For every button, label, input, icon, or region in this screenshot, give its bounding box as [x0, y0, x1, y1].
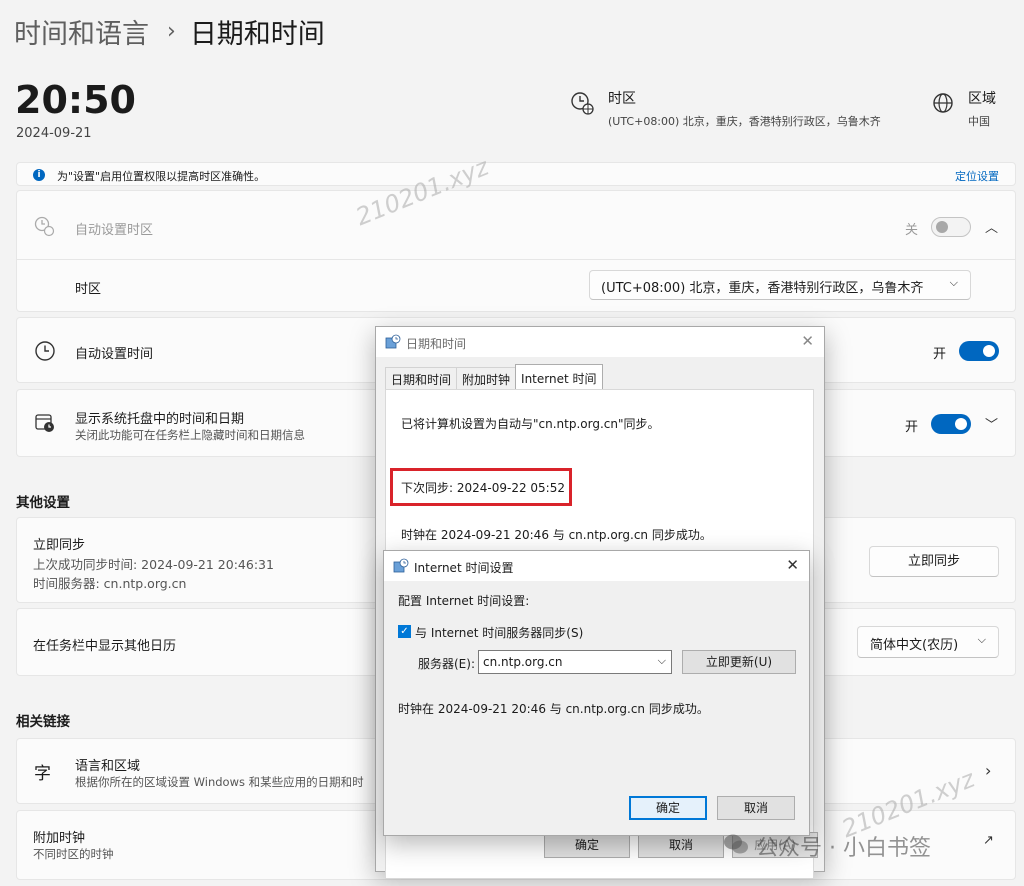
- notice-text: 为"设置"启用位置权限以提高时区准确性。: [57, 170, 266, 183]
- globe-icon: [933, 93, 953, 113]
- calendar-dropdown[interactable]: 简体中文(农历) ⌵: [857, 626, 999, 658]
- inet-dialog-title-bar[interactable]: Internet 时间设置 ✕: [384, 551, 809, 581]
- inet-cancel-button[interactable]: 取消: [717, 796, 795, 820]
- timezone-dropdown-value: (UTC+08:00) 北京，重庆，香港特别行政区，乌鲁木齐: [601, 281, 924, 296]
- clock-icon: [35, 341, 55, 361]
- inet-ok-button[interactable]: 确定: [629, 796, 707, 820]
- close-icon[interactable]: ✕: [786, 556, 799, 574]
- auto-time-toggle[interactable]: [959, 341, 999, 361]
- systray-sub: 关闭此功能可在任务栏上隐藏时间和日期信息: [75, 428, 305, 442]
- last-sync-text: 上次成功同步时间: 2024-09-21 20:46:31: [33, 557, 274, 572]
- inet-dialog-title: Internet 时间设置: [414, 561, 514, 575]
- date-time-app-icon: [393, 558, 409, 573]
- related-links-title: 相关链接: [16, 714, 70, 730]
- calendar-dropdown-value: 简体中文(农历): [870, 638, 959, 653]
- server-label: 服务器(E):: [418, 657, 475, 671]
- dialog-tabs: 日期和时间 附加时钟 Internet 时间: [385, 364, 603, 391]
- tab-date-time[interactable]: 日期和时间: [385, 367, 458, 391]
- inet-sync-status-text: 时钟在 2024-09-21 20:46 与 cn.ntp.org.cn 同步成…: [398, 702, 709, 716]
- time-server-text: 时间服务器: cn.ntp.org.cn: [33, 576, 187, 591]
- chevron-right-icon: ›: [985, 761, 992, 780]
- chevron-down-icon[interactable]: ﹀: [985, 414, 998, 433]
- systray-label: 显示系统托盘中的时间和日期: [75, 412, 245, 427]
- current-time: 20:50: [15, 78, 136, 122]
- auto-time-label: 自动设置时间: [75, 347, 154, 362]
- breadcrumb-parent[interactable]: 时间和语言: [14, 12, 149, 51]
- timezone-dropdown[interactable]: (UTC+08:00) 北京，重庆，香港特别行政区，乌鲁木齐 ⌵: [589, 270, 971, 300]
- info-icon: i: [33, 169, 45, 181]
- location-settings-link[interactable]: 定位设置: [955, 168, 999, 184]
- additional-clocks-sub: 不同时区的时钟: [33, 847, 114, 861]
- additional-clocks-label: 附加时钟: [33, 831, 86, 846]
- date-time-app-icon: [385, 334, 401, 349]
- wechat-logo-icon: [722, 832, 750, 856]
- sync-now-button[interactable]: 立即同步: [869, 546, 999, 577]
- systray-toggle[interactable]: [931, 414, 971, 434]
- calendar-label: 在任务栏中显示其他日历: [33, 639, 177, 654]
- auto-timezone-state: 关: [905, 223, 919, 238]
- timezone-row: 时区 (UTC+08:00) 北京，重庆，香港特别行政区，乌鲁木齐 ⌵: [16, 260, 1016, 312]
- systray-state: 开: [905, 420, 919, 435]
- tab-additional-clocks[interactable]: 附加时钟: [456, 367, 517, 391]
- timezone-globe-clock-icon: [34, 216, 55, 237]
- main-sync-status-text: 时钟在 2024-09-21 20:46 与 cn.ntp.org.cn 同步成…: [401, 528, 712, 542]
- external-link-icon: ↗: [983, 833, 994, 848]
- current-date: 2024-09-21: [16, 126, 92, 141]
- update-now-button[interactable]: 立即更新(U): [682, 650, 796, 674]
- timezone-title: 时区: [608, 91, 636, 107]
- region-info: 区域 中国: [930, 88, 996, 129]
- language-region-sub: 根据你所在的区域设置 Windows 和某些应用的日期和时: [75, 775, 364, 789]
- dialog-title: 日期和时间: [406, 337, 467, 351]
- calendar-clock-icon: [35, 414, 54, 432]
- auto-timezone-toggle[interactable]: [931, 217, 971, 237]
- watermark-brand: 公众号 · 小白书签: [756, 836, 931, 861]
- chevron-down-icon: ⌵: [977, 633, 986, 646]
- server-combobox[interactable]: cn.ntp.org.cn ⌵: [478, 650, 672, 674]
- region-title: 区域: [968, 91, 996, 107]
- timezone-info: 时区 (UTC+08:00) 北京，重庆，香港特别行政区，乌鲁木齐: [570, 88, 881, 129]
- chevron-down-icon: ⌵: [657, 654, 666, 667]
- auto-timezone-card: 自动设置时区 关 ︿: [16, 190, 1016, 260]
- language-icon: 字: [34, 764, 51, 784]
- dialog-title-bar[interactable]: 日期和时间 ✕: [376, 327, 824, 357]
- page-title: 日期和时间: [189, 19, 325, 50]
- internet-time-dialog: Internet 时间设置 ✕ 配置 Internet 时间设置: ✓ 与 In…: [383, 550, 810, 836]
- sync-label: 立即同步: [33, 538, 86, 553]
- language-region-label: 语言和区域: [75, 759, 141, 774]
- timezone-row-label: 时区: [75, 282, 102, 297]
- timezone-globe-clock-icon: [571, 92, 594, 115]
- chevron-down-icon: ⌵: [949, 276, 958, 289]
- other-settings-title: 其他设置: [16, 495, 70, 511]
- auto-time-state: 开: [933, 347, 947, 362]
- sync-checkbox[interactable]: ✓: [398, 625, 411, 638]
- region-value: 中国: [968, 115, 990, 128]
- breadcrumb: 时间和语言 › 日期和时间: [14, 12, 325, 51]
- location-notice: i 为"设置"启用位置权限以提高时区准确性。 定位设置: [16, 162, 1016, 186]
- highlight-box: [390, 468, 572, 506]
- close-icon[interactable]: ✕: [801, 332, 814, 350]
- tab-internet-time[interactable]: Internet 时间: [515, 364, 603, 391]
- server-value: cn.ntp.org.cn: [483, 655, 563, 669]
- auto-sync-text: 已将计算机设置为自动与"cn.ntp.org.cn"同步。: [401, 417, 660, 431]
- auto-timezone-label: 自动设置时区: [75, 223, 154, 238]
- chevron-up-icon[interactable]: ︿: [985, 217, 998, 236]
- inet-heading: 配置 Internet 时间设置:: [398, 594, 530, 608]
- timezone-value: (UTC+08:00) 北京，重庆，香港特别行政区，乌鲁木齐: [608, 115, 881, 128]
- sync-checkbox-label: 与 Internet 时间服务器同步(S): [415, 626, 584, 640]
- breadcrumb-separator: ›: [167, 19, 176, 44]
